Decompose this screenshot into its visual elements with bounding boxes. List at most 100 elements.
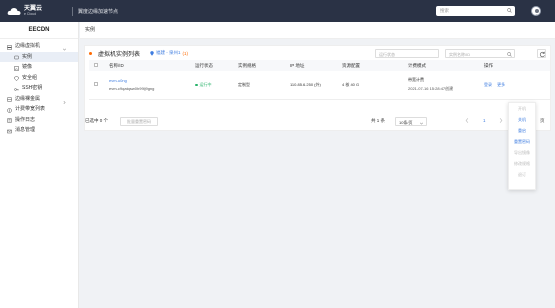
selected-count: 已选中 0 个 (85, 118, 109, 123)
billing-mode: 带宽计费 (408, 77, 424, 83)
instance-search-placeholder: 实例名称/ID (449, 51, 471, 57)
sidebar-item-label: 实例 (22, 53, 33, 60)
total-count: 共 1 条 (371, 118, 386, 123)
key-icon (14, 86, 19, 91)
chevron-right-icon (499, 118, 503, 123)
instance-name-link[interactable]: evm-u0ng (109, 78, 195, 83)
more-actions-menu: 开机 关机 重启 重置密码 导出镜像 修改规格 退订 (508, 102, 536, 190)
instance-table: 名称/ID 运行状态 实例规格 IP 地址 资源配置 计费模式 操作 evm-u… (89, 60, 550, 100)
sidebar-item-billing-bandwidth[interactable]: 计费带宽列表 (0, 104, 78, 115)
page-size-select[interactable]: 10条/页 (395, 117, 427, 126)
chevron-left-icon (465, 118, 469, 123)
log-icon (7, 117, 12, 123)
status-badge: 运行中 (195, 82, 212, 88)
sidebar-item-ssh-key[interactable]: SSH密钥 (0, 83, 78, 94)
sidebar-item-label: 边缘虚拟机 (15, 43, 41, 49)
row-checkbox[interactable] (94, 82, 98, 87)
batch-reset-password-button[interactable]: 批量重置密码 (120, 116, 159, 126)
panel-header: 虚拟机实例列表 福建 - 泉州1 (1) 运行状态 实例名称/ID (85, 46, 550, 60)
menu-item-export-image[interactable]: 导出镜像 (509, 147, 535, 158)
sidebar-item-message[interactable]: 消息管理 (0, 125, 78, 136)
actions-cell: 登录 更多 (484, 71, 550, 100)
sidebar-item-label: 操作日志 (15, 116, 36, 123)
refresh-icon (539, 51, 545, 58)
shield-icon (14, 75, 19, 82)
sidebar-item-label: 消息管理 (15, 127, 36, 133)
sidebar-item-instance[interactable]: 实例 (0, 51, 78, 62)
sidebar-title: EECDN (0, 22, 78, 39)
ip-cell: 110.85.6.250 (外) (290, 71, 342, 100)
instance-id: evm-c9qatqsw0h99lj9gng (109, 86, 155, 92)
location-icon (150, 50, 154, 56)
menu-item-power-off[interactable]: 关机 (509, 114, 535, 125)
name-cell: evm-u0ng evm-c9qatqsw0h99lj9gng (109, 71, 195, 100)
created-time: 2021-07-16 15:28:47创建 (408, 86, 454, 92)
sidebar: EECDN 边缘虚拟机 实例 镜像 安全组 SSH密钥 边缘裸金属 计费带宽列表… (0, 22, 79, 308)
sidebar-item-label: 计费带宽列表 (15, 106, 46, 112)
sidebar-item-label: SSH密钥 (22, 85, 43, 91)
col-spec: 实例规格 (238, 60, 290, 71)
sidebar-item-edge-vm[interactable]: 边缘虚拟机 (0, 41, 78, 52)
col-actions: 操作 (484, 60, 550, 71)
search-icon[interactable] (507, 51, 512, 58)
logo[interactable]: 天翼云 e Cloud (7, 6, 67, 16)
global-search-input[interactable]: 搜索 (436, 6, 515, 16)
col-resources: 资源配置 (342, 60, 408, 71)
status-cell: 运行中 (195, 71, 238, 100)
menu-item-unsubscribe[interactable]: 退订 (509, 169, 535, 180)
row-select-cell (89, 71, 109, 100)
refresh-button[interactable] (537, 49, 546, 58)
table-header-row: 名称/ID 运行状态 实例规格 IP 地址 资源配置 计费模式 操作 (89, 60, 550, 71)
menu-item-change-spec[interactable]: 修改规格 (509, 158, 535, 169)
instance-panel: 虚拟机实例列表 福建 - 泉州1 (1) 运行状态 实例名称/ID 名称/ID … (84, 45, 551, 131)
sidebar-item-label: 边缘裸金属 (15, 95, 41, 102)
select-all-checkbox[interactable] (94, 63, 98, 67)
page-size-value: 10条/页 (399, 119, 413, 125)
search-icon[interactable] (507, 8, 512, 13)
sidebar-menu: 边缘虚拟机 实例 镜像 安全组 SSH密钥 边缘裸金属 计费带宽列表 操作日志 … (0, 41, 78, 136)
title-marker (89, 51, 92, 55)
menu-item-restart[interactable]: 重启 (509, 125, 535, 136)
baremetal-icon (7, 96, 12, 102)
col-billing: 计费模式 (408, 60, 484, 71)
current-page[interactable]: 1 (483, 118, 486, 123)
instance-search-input[interactable]: 实例名称/ID (445, 49, 515, 58)
chevron-right-icon (63, 98, 66, 104)
sidebar-item-label: 安全组 (22, 74, 38, 81)
instance-icon (14, 54, 19, 60)
status-filter-placeholder: 运行状态 (379, 51, 395, 57)
product-name: 翼度边缘加速节点 (78, 8, 119, 15)
status-filter-select[interactable]: 运行状态 (375, 49, 439, 58)
image-icon (14, 65, 19, 71)
header-divider (72, 6, 73, 16)
more-link[interactable]: 更多 (497, 82, 505, 87)
table-footer: 已选中 0 个 批量重置密码 共 1 条 10条/页 1 1 页 (85, 112, 550, 130)
region-selector[interactable]: 福建 - 泉州1 (1) (150, 50, 188, 56)
search-placeholder: 搜索 (440, 8, 449, 13)
brand-subtitle: e Cloud (24, 12, 37, 16)
top-bar: 天翼云 e Cloud 翼度边缘加速节点 搜索 (0, 0, 555, 22)
resources-cell: 4 核 40 G (342, 71, 408, 100)
sidebar-item-image[interactable]: 镜像 (0, 62, 78, 73)
sidebar-item-edge-baremetal[interactable]: 边缘裸金属 (0, 94, 78, 105)
prev-page-button[interactable] (465, 118, 469, 124)
login-link[interactable]: 登录 (484, 82, 492, 87)
chevron-down-icon (63, 45, 66, 51)
chevron-down-icon (420, 121, 423, 126)
menu-item-power-on[interactable]: 开机 (509, 103, 535, 114)
sidebar-item-label: 镜像 (22, 64, 33, 70)
next-page-button[interactable] (499, 118, 503, 124)
col-ip: IP 地址 (290, 60, 342, 71)
cloud-logo-icon (7, 7, 21, 16)
billing-cell: 带宽计费 2021-07-16 15:28:47创建 (408, 71, 484, 100)
user-avatar[interactable] (531, 6, 541, 16)
sidebar-item-operation-log[interactable]: 操作日志 (0, 115, 78, 126)
sidebar-item-security-group[interactable]: 安全组 (0, 73, 78, 84)
table-row: evm-u0ng evm-c9qatqsw0h99lj9gng 运行中 定制型 … (89, 71, 550, 100)
server-icon (7, 44, 12, 50)
main-content: 实例 虚拟机实例列表 福建 - 泉州1 (1) 运行状态 实例名称/ID 名称/… (80, 22, 555, 308)
region-count: (1) (182, 50, 189, 56)
col-status: 运行状态 (195, 60, 238, 71)
region-label: 福建 - 泉州1 (156, 50, 181, 55)
menu-item-reset-password[interactable]: 重置密码 (509, 136, 535, 147)
